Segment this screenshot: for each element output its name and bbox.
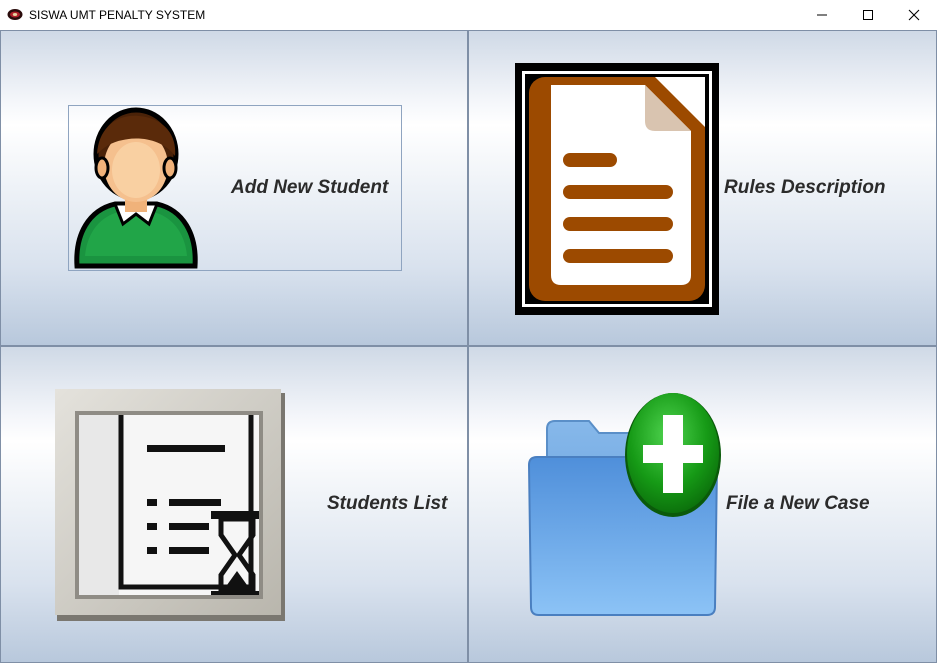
app-icon [7,9,23,20]
rules-description-button[interactable]: Rules Description [468,30,937,346]
close-button[interactable] [891,0,937,30]
file-new-case-button[interactable]: File a New Case [468,346,937,663]
pending-list-icon [55,389,285,621]
title-bar: SISWA UMT PENALTY SYSTEM [0,0,937,30]
maximize-button[interactable] [845,0,891,30]
student-avatar-icon [74,107,198,269]
minimize-icon [817,14,827,16]
rules-description-label: Rules Description [724,177,886,198]
document-icon [515,63,719,315]
close-icon [908,9,920,21]
students-list-button[interactable]: Students List [0,346,468,663]
add-new-student-button[interactable]: Add New Student [0,30,468,346]
add-new-student-label: Add New Student [231,177,389,198]
minimize-button[interactable] [799,0,845,30]
window-title: SISWA UMT PENALTY SYSTEM [29,8,206,22]
file-new-case-label: File a New Case [726,493,870,514]
maximize-icon [863,10,873,20]
students-list-label: Students List [327,493,448,514]
add-folder-icon [527,393,721,616]
